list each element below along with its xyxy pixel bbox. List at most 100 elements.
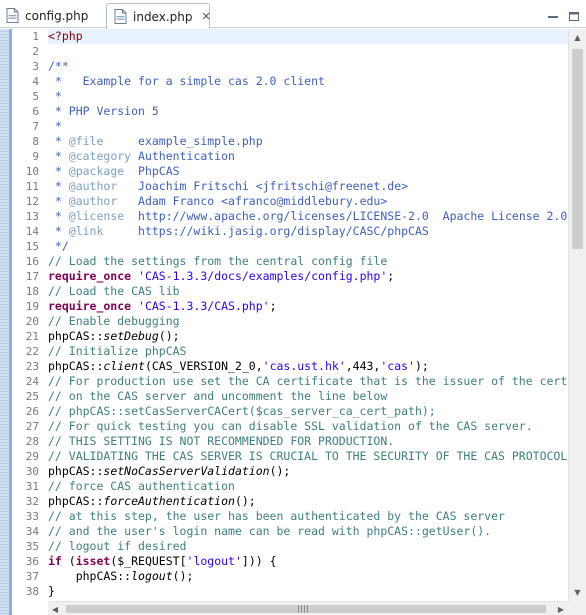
scroll-up-icon[interactable]: ▲ xyxy=(569,29,586,46)
code-line[interactable]: // Load the CAS lib xyxy=(48,284,568,299)
code-token-doccomment: * xyxy=(48,134,69,148)
line-number: 28 xyxy=(25,435,39,448)
code-line[interactable]: /** xyxy=(48,59,568,74)
code-token-string: 'cas.ust.hk' xyxy=(262,359,346,373)
code-token-tag: @license xyxy=(68,209,125,223)
code-line[interactable]: // logout if desired xyxy=(48,539,568,554)
tab-index-php[interactable]: index.php ✕ xyxy=(106,3,211,29)
line-number: 7 xyxy=(32,120,39,133)
code-line[interactable]: phpCAS::logout(); xyxy=(48,569,568,584)
code-line[interactable]: // phpCAS::setCasServerCACert($cas_serve… xyxy=(48,404,568,419)
code-line[interactable]: phpCAS::forceAuthentication(); xyxy=(48,494,568,509)
code-line[interactable]: if (isset($_REQUEST['logout'])) { xyxy=(48,554,568,569)
code-line[interactable]: * @category Authentication xyxy=(48,149,568,164)
code-editor[interactable]: 1 2 3 4 5 6 7 8 9 10 11 12 13 14 15 16 17 18 19 20 21 22 23 24 2… xyxy=(0,29,586,615)
code-token-doccomment: * xyxy=(48,224,69,238)
line-number: 14 xyxy=(25,225,39,238)
scroll-down-icon[interactable]: ▼ xyxy=(569,584,586,601)
vertical-scrollbar[interactable]: ▲ ▼ xyxy=(568,29,586,601)
code-line[interactable]: } xyxy=(48,584,568,599)
code-line[interactable]: // at this step, the user has been authe… xyxy=(48,509,568,524)
code-line[interactable]: * @author Joachim Fritschi <jfritschi@fr… xyxy=(48,179,568,194)
close-icon[interactable]: ✕ xyxy=(201,11,210,22)
code-line[interactable]: // Load the settings from the central co… xyxy=(48,254,568,269)
line-number: 19 xyxy=(25,300,39,313)
line-number: 25 xyxy=(25,390,39,403)
code-line[interactable]: require_once 'CAS-1.3.3/docs/examples/co… xyxy=(48,269,568,284)
vertical-scroll-thumb[interactable] xyxy=(572,49,583,249)
minimize-icon[interactable] xyxy=(547,7,559,18)
code-line[interactable]: * @package PhpCAS xyxy=(48,164,568,179)
code-token-string: 'logout' xyxy=(186,554,242,568)
line-number-gutter[interactable]: 1 2 3 4 5 6 7 8 9 10 11 12 13 14 15 16 17 18 19 20 21 22 23 24 2… xyxy=(14,29,39,615)
line-number: 8 xyxy=(32,135,39,148)
scrollbar-corner xyxy=(568,601,586,615)
code-token-doccomment: * xyxy=(48,89,62,103)
code-line[interactable]: // and the user's login name can be read… xyxy=(48,524,568,539)
code-line[interactable]: require_once 'CAS-1.3.3/CAS.php'; xyxy=(48,299,568,314)
code-token-method: logout xyxy=(131,569,173,583)
code-line[interactable]: * PHP Version 5 xyxy=(48,104,568,119)
code-line[interactable]: // THIS SETTING IS NOT RECOMMENDED FOR P… xyxy=(48,434,568,449)
code-line[interactable]: // For production use set the CA certifi… xyxy=(48,374,568,389)
line-number: 3 xyxy=(32,60,39,73)
code-token-plain: (CAS_VERSION_2_0, xyxy=(144,359,263,373)
code-token-doccomment: */ xyxy=(48,239,69,253)
code-token-doccomment: * xyxy=(48,179,69,193)
code-token-doccomment: http://www.apache.org/licenses/LICENSE-2… xyxy=(124,209,568,223)
code-line[interactable]: * @author Adam Franco <afranco@middlebur… xyxy=(48,194,568,209)
code-token-plain: (); xyxy=(158,329,180,343)
code-line[interactable]: <?php xyxy=(48,29,568,44)
code-token-comment: // Enable debugging xyxy=(48,314,180,328)
code-line[interactable]: // Initialize phpCAS xyxy=(48,344,568,359)
code-token-plain: phpCAS:: xyxy=(48,494,104,508)
tab-config-php[interactable]: config.php xyxy=(0,3,103,28)
maximize-icon[interactable] xyxy=(568,7,580,21)
code-token-comment: // For production use set the CA certifi… xyxy=(48,374,568,388)
code-line[interactable]: phpCAS::setDebug(); xyxy=(48,329,568,344)
line-number: 17 xyxy=(25,270,39,283)
code-line[interactable]: */ xyxy=(48,239,568,254)
code-token-plain: (); xyxy=(234,494,256,508)
code-token-comment: // at this step, the user has been authe… xyxy=(48,509,505,523)
line-number: 16 xyxy=(25,255,39,268)
scroll-left-icon[interactable]: ◀ xyxy=(48,602,62,615)
code-line[interactable]: * @license http://www.apache.org/license… xyxy=(48,209,568,224)
line-number: 35 xyxy=(25,540,39,553)
code-token-phptag: <?php xyxy=(48,29,83,43)
code-line[interactable]: * Example for a simple cas 2.0 client xyxy=(48,74,568,89)
line-number: 2 xyxy=(32,45,39,58)
code-token-doccomment: * Example for a simple cas 2.0 client xyxy=(48,74,325,88)
code-token-keyword: require_once xyxy=(48,299,132,313)
code-line[interactable]: * xyxy=(48,119,568,134)
code-line[interactable]: phpCAS::client(CAS_VERSION_2_0,'cas.ust.… xyxy=(48,359,568,374)
line-number: 15 xyxy=(25,240,39,253)
code-token-doccomment: * PHP Version 5 xyxy=(48,104,159,118)
code-text-area[interactable]: <?php​/** * Example for a simple cas 2.0… xyxy=(48,29,568,601)
code-line[interactable]: * @file example_simple.php xyxy=(48,134,568,149)
line-number: 9 xyxy=(32,150,39,163)
code-token-method: setDebug xyxy=(103,329,159,343)
tab-label: index.php xyxy=(133,9,193,24)
code-line[interactable]: // force CAS authentication xyxy=(48,479,568,494)
code-line[interactable]: phpCAS::setNoCasServerValidation(); xyxy=(48,464,568,479)
code-token-plain: phpCAS:: xyxy=(48,569,132,583)
code-line[interactable]: * @link https://wiki.jasig.org/display/C… xyxy=(48,224,568,239)
code-line[interactable]: // VALIDATING THE CAS SERVER IS CRUCIAL … xyxy=(48,449,568,464)
code-line[interactable]: // For quick testing you can disable SSL… xyxy=(48,419,568,434)
horizontal-scrollbar[interactable]: ◀ ▶ xyxy=(48,601,568,615)
code-token-comment: // and the user's login name can be read… xyxy=(48,524,492,538)
code-line[interactable]: // Enable debugging xyxy=(48,314,568,329)
vertical-ruler[interactable] xyxy=(0,29,12,615)
code-line[interactable]: ​ xyxy=(48,44,568,59)
line-number: 20 xyxy=(25,315,39,328)
code-token-plain: ])) { xyxy=(241,554,277,568)
code-token-doccomment: https://wiki.jasig.org/display/CASC/phpC… xyxy=(103,224,429,238)
code-line[interactable]: * xyxy=(48,89,568,104)
code-token-doccomment: * xyxy=(48,164,69,178)
code-token-doccomment: * xyxy=(48,194,69,208)
code-line[interactable]: // on the CAS server and uncomment the l… xyxy=(48,389,568,404)
scroll-right-icon[interactable]: ▶ xyxy=(554,602,568,615)
code-token-keyword: require_once xyxy=(48,269,132,283)
